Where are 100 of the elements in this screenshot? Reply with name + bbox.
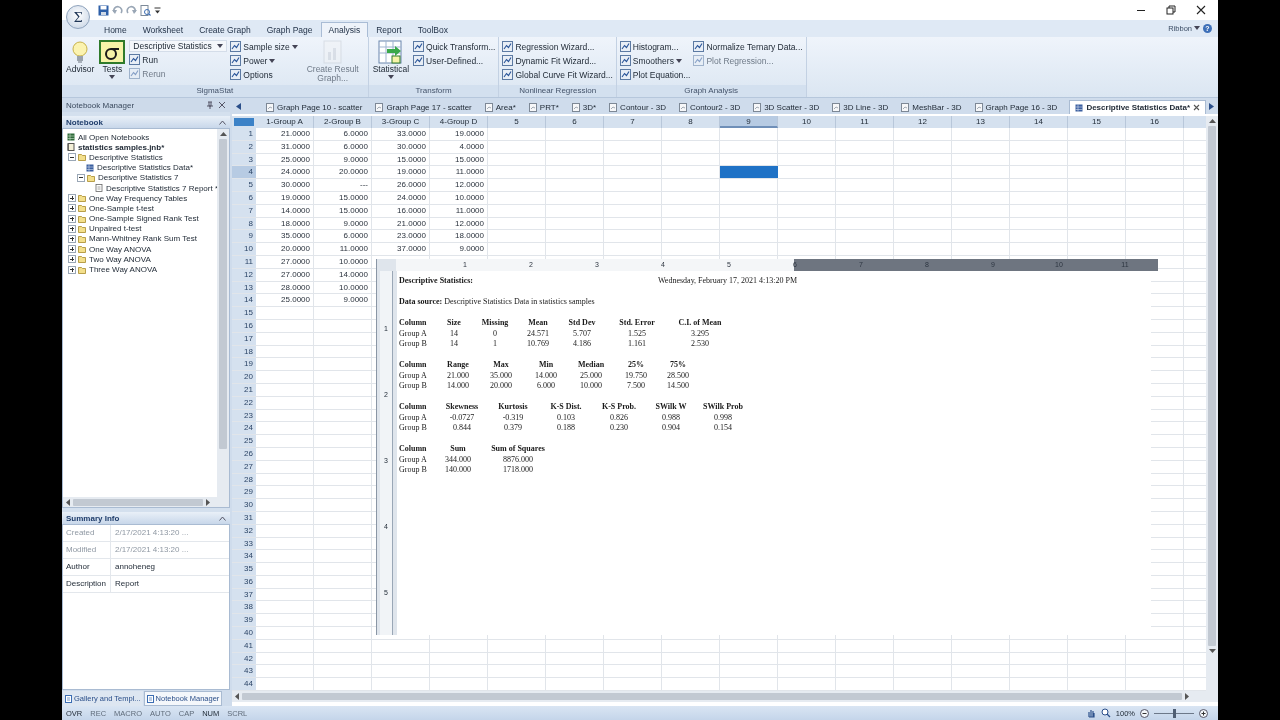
tree-item[interactable]: Descriptive Statistics Data* [97,163,194,173]
row-header[interactable]: 23 [232,409,256,422]
scroll-right-icon[interactable] [206,498,210,506]
ribbon-tab[interactable]: Create Graph [191,22,259,37]
select-all-corner[interactable] [232,116,256,128]
row-header[interactable]: 39 [232,614,256,627]
document-tab[interactable]: Graph Page 17 - scatter [369,100,478,114]
tree-item[interactable]: Descriptive Statistics 7 [98,173,179,183]
expander-icon[interactable] [68,265,76,274]
row-header[interactable]: 33 [232,537,256,550]
column-header[interactable]: 1-Group A [256,116,314,128]
row-header[interactable]: 38 [232,601,256,614]
row-header[interactable]: 19 [232,358,256,371]
expander-icon[interactable] [68,224,76,233]
row-header[interactable]: 31 [232,511,256,524]
tree-item[interactable]: One-Sample Signed Rank Test [89,214,199,224]
tree-item[interactable]: Two Way ANOVA [89,254,151,264]
row-header[interactable]: 16 [232,319,256,332]
vertical-scrollbar[interactable] [1206,116,1218,692]
row-header[interactable]: 36 [232,575,256,588]
document-tab[interactable]: Contour2 - 3D [672,100,747,114]
command-button[interactable]: Regression Wizard... [502,40,613,53]
tree-item[interactable]: statistics samples.jnb* [78,142,165,152]
row-header[interactable]: 29 [232,486,256,499]
active-cell[interactable] [720,166,778,179]
row-header[interactable]: 43 [232,665,256,678]
row-header[interactable]: 20 [232,371,256,383]
document-tab[interactable]: Descriptive Statistics Data* [1069,100,1206,114]
column-header[interactable]: 5 [488,116,546,128]
row-header[interactable]: 9 [232,230,256,243]
command-button[interactable]: Plot Equation... [619,68,691,81]
column-header[interactable]: 3-Group C [372,116,430,128]
row-header[interactable]: 4 [232,166,256,179]
scroll-right-icon[interactable] [1209,102,1214,110]
command-button[interactable]: Dynamic Fit Wizard... [502,54,613,67]
column-header[interactable]: 15 [1068,116,1126,128]
row-header[interactable]: 27 [232,460,256,473]
collapse-icon[interactable] [219,515,226,521]
row-header[interactable]: 35 [232,563,256,575]
document-tab[interactable]: MeshBar - 3D [895,100,968,114]
row-header[interactable]: 26 [232,447,256,460]
ribbon-tab[interactable]: Graph Page [258,22,321,37]
row-header[interactable]: 41 [232,639,256,652]
document-tab[interactable]: 3D Scatter - 3D [747,100,826,114]
tree-item[interactable]: One Way ANOVA [89,244,152,254]
tree-item[interactable]: Unpaired t-test [89,224,142,234]
restore-icon[interactable] [1166,5,1176,15]
tree-item[interactable]: One-Sample t-test [89,203,154,213]
expander-icon[interactable] [68,204,76,213]
zoom-slider-thumb[interactable] [1173,708,1176,718]
expander-icon[interactable] [68,255,76,264]
expander-icon[interactable] [68,245,76,254]
tree-item[interactable]: Three Way ANOVA [89,265,158,275]
row-header[interactable]: 42 [232,652,256,665]
tree-item[interactable]: Descriptive Statistics 7 Report * [106,183,217,193]
document-tab[interactable]: 3D* [565,100,603,114]
save-icon[interactable] [98,4,109,16]
row-header[interactable]: 32 [232,524,256,537]
application-button[interactable]: Σ [66,5,90,29]
row-header[interactable]: 25 [232,435,256,447]
column-header[interactable]: 4-Group D [430,116,488,128]
tree-item[interactable]: Mann-Whitney Rank Sum Test [89,234,197,244]
scrollbar-thumb[interactable] [73,498,203,506]
ribbon-tab[interactable]: Report [368,22,410,37]
vertical-scrollbar[interactable] [217,129,229,497]
expander-icon[interactable] [68,194,76,203]
row-header[interactable]: 44 [232,678,256,691]
test-dropdown[interactable]: Descriptive Statistics [129,40,228,52]
document-tab[interactable]: Graph Page 10 - scatter [260,100,369,114]
horizontal-scrollbar[interactable] [232,691,1218,703]
row-header[interactable]: 13 [232,281,256,294]
scrollbar-thumb[interactable] [219,139,227,449]
command-button[interactable]: Tests [98,40,127,79]
zoom-in-icon[interactable] [1199,708,1208,718]
row-header[interactable]: 28 [232,473,256,486]
command-button[interactable]: Global Curve Fit Wizard... [502,68,613,81]
row-header[interactable]: 14 [232,294,256,307]
close-icon[interactable] [1193,104,1200,111]
row-header[interactable]: 2 [232,140,256,153]
pin-icon[interactable] [206,101,214,109]
row-header[interactable]: 1 [232,128,256,140]
customize-caret-icon[interactable] [154,6,161,14]
scroll-left-icon[interactable] [236,102,241,110]
row-header[interactable]: 37 [232,588,256,601]
scroll-left-icon[interactable] [66,498,70,506]
row-header[interactable]: 40 [232,627,256,639]
command-button[interactable]: Smoothers [619,54,691,67]
document-tab[interactable]: 3D Line - 3D [826,100,895,114]
row-header[interactable]: 18 [232,345,256,358]
command-button[interactable]: Sample size [230,40,298,53]
row-header[interactable]: 12 [232,268,256,281]
ribbon-tab[interactable]: Analysis [320,22,369,37]
row-header[interactable]: 21 [232,383,256,396]
tree-item[interactable]: Descriptive Statistics [89,152,163,162]
column-header[interactable]: 12 [894,116,952,128]
command-button[interactable]: Statistical [371,40,411,79]
row-header[interactable]: 5 [232,179,256,191]
tree-item[interactable]: One Way Frequency Tables [89,193,188,203]
scrollbar-thumb[interactable] [242,693,1182,701]
document-tab[interactable]: Area* [478,100,522,114]
